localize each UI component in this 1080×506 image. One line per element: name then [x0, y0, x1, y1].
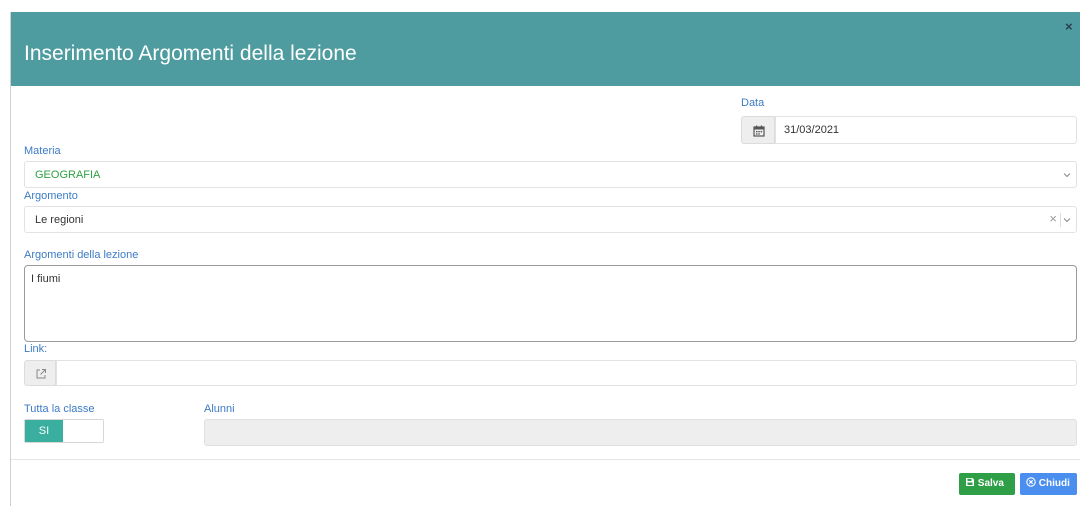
data-input[interactable]: 31/03/2021	[775, 116, 1077, 144]
modal-dialog: Inserimento Argomenti della lezione × Da…	[10, 12, 1080, 506]
close-button[interactable]: Chiudi	[1020, 473, 1077, 495]
save-button-label: Salva	[977, 478, 1004, 489]
materia-label: Materia	[24, 145, 61, 157]
argomenti-lezione-textarea[interactable]: I fiumi	[24, 265, 1077, 342]
argomento-value: Le regioni	[35, 214, 84, 226]
chevron-down-icon[interactable]	[1061, 169, 1073, 181]
footer-divider	[11, 459, 1080, 460]
floppy-disk-icon	[966, 478, 974, 486]
materia-select[interactable]: GEOGRAFIA	[24, 161, 1077, 188]
link-label: Link:	[24, 343, 48, 355]
modal-header: Inserimento Argomenti della lezione ×	[11, 12, 1080, 86]
argomenti-lezione-label: Argomenti della lezione	[24, 249, 139, 261]
save-button[interactable]: Salva	[959, 473, 1015, 495]
alunni-select	[204, 419, 1077, 446]
materia-value: GEOGRAFIA	[35, 169, 101, 181]
tutta-la-classe-toggle[interactable]: SI	[24, 419, 104, 443]
argomento-label: Argomento	[24, 190, 78, 202]
modal-title: Inserimento Argomenti della lezione	[24, 42, 357, 65]
close-icon[interactable]: ×	[1065, 20, 1077, 33]
tutta-la-classe-label: Tutta la classe	[24, 403, 95, 415]
clear-icon[interactable]: ×	[1049, 211, 1057, 226]
chevron-down-icon[interactable]	[1061, 214, 1073, 226]
data-label: Data	[741, 97, 765, 109]
link-input[interactable]	[56, 360, 1077, 386]
calendar-addon[interactable]	[741, 116, 775, 144]
toggle-on-label: SI	[25, 420, 63, 442]
external-link-icon	[36, 369, 46, 379]
close-circle-icon	[1026, 477, 1036, 487]
calendar-icon	[753, 125, 765, 137]
close-button-label: Chiudi	[1038, 478, 1070, 489]
alunni-label: Alunni	[204, 403, 235, 415]
argomento-select[interactable]: Le regioni ×	[24, 206, 1077, 233]
data-value: 31/03/2021	[784, 124, 840, 136]
link-addon	[24, 360, 56, 386]
